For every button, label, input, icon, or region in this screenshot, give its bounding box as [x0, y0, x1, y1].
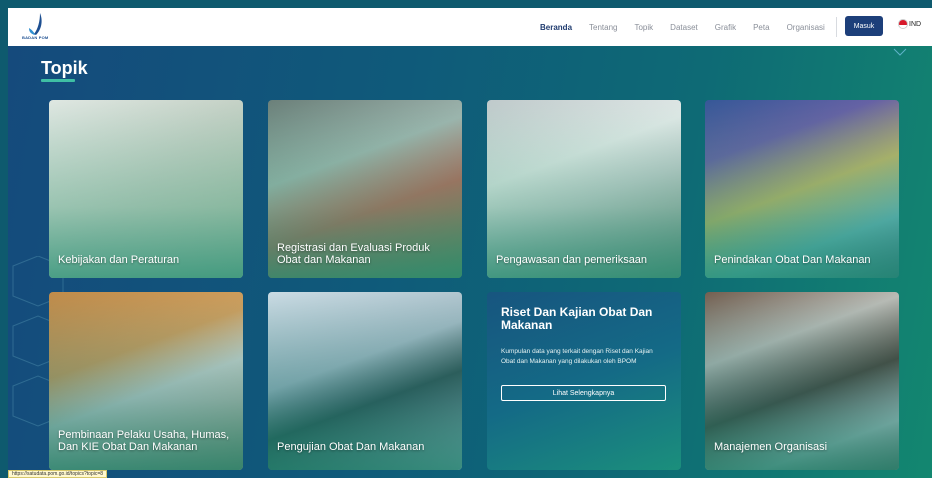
- topic-card-label: Pengujian Obat Dan Makanan: [277, 441, 425, 453]
- see-more-button[interactable]: Lihat Selengkapnya: [501, 385, 666, 401]
- status-bar-url: https://satudata.pom.go.id/topics?topic=…: [8, 470, 108, 478]
- title-underline: [41, 79, 75, 82]
- topic-card-pengujian[interactable]: Pengujian Obat Dan Makanan: [268, 292, 462, 470]
- nav-tentang[interactable]: Tentang: [589, 23, 617, 32]
- nav-peta[interactable]: Peta: [753, 23, 769, 32]
- topic-card-label: Registrasi dan Evaluasi Produk Obat dan …: [277, 242, 430, 266]
- nav-grafik[interactable]: Grafik: [715, 23, 736, 32]
- riset-card-description: Kumpulan data yang terkait dengan Riset …: [501, 348, 653, 365]
- card-overlay: [487, 100, 681, 278]
- chevron-down-icon: [893, 48, 907, 56]
- topic-card-kebijakan[interactable]: Kebijakan dan Peraturan: [49, 100, 243, 278]
- topic-card-label: Penindakan Obat Dan Makanan: [714, 254, 871, 266]
- topic-card-label: Pembinaan Pelaku Usaha, Humas, Dan KIE O…: [58, 429, 230, 453]
- topic-card-registrasi[interactable]: Registrasi dan Evaluasi Produk Obat dan …: [268, 100, 462, 278]
- topic-card-pembinaan[interactable]: Pembinaan Pelaku Usaha, Humas, Dan KIE O…: [49, 292, 243, 470]
- card-overlay: [705, 100, 899, 278]
- card-overlay: [49, 100, 243, 278]
- topic-card-riset: Riset Dan Kajian Obat Dan Makanan Kumpul…: [487, 292, 681, 470]
- topic-card-label: Manajemen Organisasi: [714, 441, 828, 453]
- riset-card-title: Riset Dan Kajian Obat Dan Makanan: [501, 305, 653, 332]
- topic-card-manajemen[interactable]: Manajemen Organisasi: [705, 292, 899, 470]
- nav-organisasi[interactable]: Organisasi: [787, 23, 825, 32]
- topic-card-penindakan[interactable]: Penindakan Obat Dan Makanan: [705, 100, 899, 278]
- topic-card-label: Kebijakan dan Peraturan: [58, 254, 180, 266]
- nav-beranda[interactable]: Beranda: [540, 23, 572, 32]
- nav-menu: Beranda Tentang Topik Dataset Grafik Pet…: [540, 8, 842, 46]
- nav-divider: [836, 17, 837, 37]
- language-selector[interactable]: IND: [898, 19, 921, 29]
- top-navbar: BADAN POM Beranda Tentang Topik Dataset …: [8, 8, 932, 46]
- topics-section: Topik Kebijakan dan Peraturan Registrasi…: [8, 46, 932, 478]
- login-button[interactable]: Masuk: [845, 16, 883, 36]
- logo-text: BADAN POM: [22, 35, 49, 40]
- nav-dataset[interactable]: Dataset: [670, 23, 698, 32]
- language-label: IND: [909, 20, 922, 28]
- indonesia-flag-icon: [898, 19, 908, 29]
- topic-card-pengawasan[interactable]: Pengawasan dan pemeriksaan: [487, 100, 681, 278]
- page-title: Topik: [41, 58, 88, 78]
- topic-card-label: Pengawasan dan pemeriksaan: [496, 254, 648, 266]
- nav-topik[interactable]: Topik: [634, 23, 653, 32]
